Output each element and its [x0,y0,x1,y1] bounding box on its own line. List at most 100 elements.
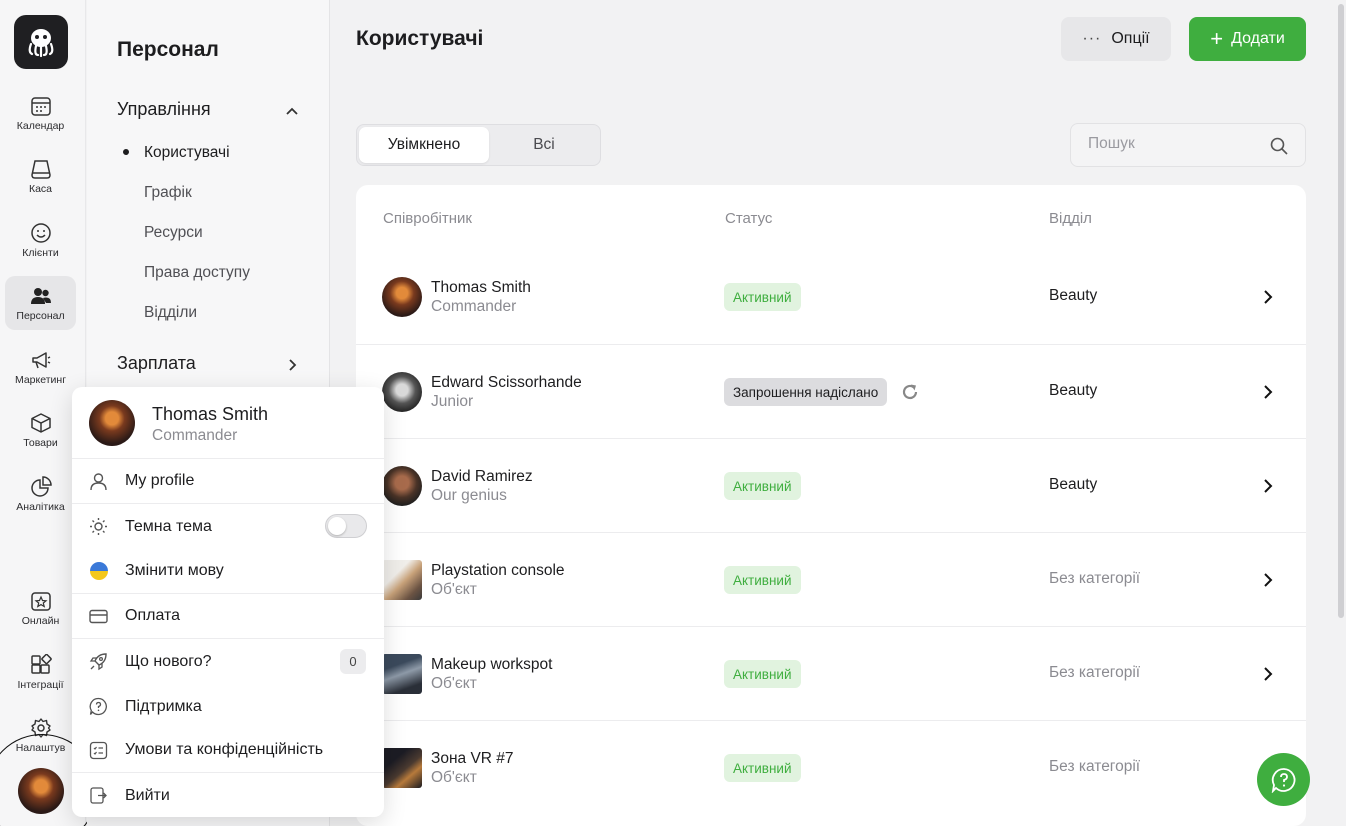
chevron-right-icon[interactable] [1261,665,1275,683]
employee-role: Об'єкт [431,675,477,692]
add-button[interactable]: + Додати [1189,17,1306,61]
menu-item-dark-theme[interactable]: Темна тема [72,504,384,549]
column-header-department: Відділ [1049,210,1092,227]
options-button[interactable]: ··· Опції [1061,17,1171,61]
employee-role: Об'єкт [431,581,477,598]
menu-item-whats-new[interactable]: Що нового? 0 [72,639,384,684]
status-badge: Запрошення надіслано [724,378,888,406]
rail-item-analytics[interactable]: Аналітика [5,467,76,521]
rail-item-cashbox[interactable]: Каса [5,149,76,203]
profile-name: Thomas Smith [152,404,269,424]
employee-name: Зона VR #7 [431,750,514,767]
profile-role: Commander [152,427,238,444]
department: Без категорії [1049,758,1141,775]
employee-role: Our genius [431,487,507,504]
dark-theme-toggle[interactable] [325,514,367,538]
tab-enabled[interactable]: Увімкнено [359,127,489,163]
rail-item-calendar[interactable]: Календар [5,86,76,140]
avatar [382,466,422,506]
table-row[interactable]: Playstation console Об'єкт Активний Без … [356,532,1306,626]
menu-item-terms-privacy[interactable]: Умови та конфіденційність [72,728,384,773]
menu-item-payment[interactable]: Оплата [72,594,384,639]
box-icon [30,412,51,433]
plus-icon: + [1210,26,1224,51]
table-row[interactable]: Edward Scissorhande Junior Запрошення на… [356,344,1306,438]
avatar [382,372,422,412]
scrollbar[interactable] [1338,4,1344,618]
department: Без категорії [1049,664,1141,681]
employee-role: Об'єкт [431,769,477,786]
sun-icon [90,518,107,535]
table-row[interactable]: Зона VR #7 Об'єкт Активний Без категорії [356,720,1306,814]
calendar-icon [30,96,51,116]
table-row[interactable]: Makeup workspot Об'єкт Активний Без кате… [356,626,1306,720]
rail-item-staff[interactable]: Персонал [5,276,76,330]
search-input[interactable] [1088,135,1268,153]
nav-item-access-rights[interactable]: Права доступу [144,264,250,282]
rail-label: Інтеграції [17,678,64,691]
rail-label: Аналітика [16,500,65,513]
octopus-logo-icon[interactable] [14,15,68,69]
star-calendar-icon [30,591,51,611]
rail-item-marketing[interactable]: Маркетинг [5,340,76,394]
active-dot [123,149,129,155]
nav-group-management[interactable]: Управління [117,99,211,120]
chevron-up-icon[interactable] [285,104,299,118]
nav-group-salary[interactable]: Зарплата [117,353,196,374]
nav-item-users[interactable]: Користувачі [144,144,230,162]
chevron-right-icon[interactable] [1261,571,1275,589]
table-row[interactable]: Thomas Smith Commander Активний Beauty [356,250,1306,344]
filter-tabs: Увімкнено Всі [356,124,601,166]
menu-item-logout[interactable]: Вийти [72,773,384,817]
rail-item-clients[interactable]: Клієнти [5,213,76,267]
options-label: Опції [1111,30,1150,47]
department: Без категорії [1049,570,1141,587]
cashbox-icon [30,159,51,179]
rail-item-integrations[interactable]: Інтеграції [5,645,76,699]
employee-name: Playstation console [431,562,565,579]
chevron-right-icon[interactable] [1261,383,1275,401]
rail-item-online[interactable]: Онлайн [5,581,76,635]
question-chat-icon [1271,767,1295,793]
page-title: Користувачі [356,27,484,50]
nav-item-departments[interactable]: Відділи [144,304,197,322]
main-content: Користувачі ··· Опції + Додати Увімкнено… [331,0,1346,826]
status-badge: Активний [724,472,801,500]
menu-label: Вийти [125,786,170,804]
status-badge: Активний [724,566,801,594]
megaphone-icon [31,351,50,368]
chevron-right-icon[interactable] [285,358,299,372]
menu-item-my-profile[interactable]: My profile [72,459,384,504]
employee-name: Makeup workspot [431,656,553,673]
tab-all[interactable]: Всі [489,127,599,163]
rail-label: Онлайн [21,614,60,627]
chevron-right-icon[interactable] [1261,477,1275,495]
menu-label: Оплата [125,607,181,624]
department: Beauty [1049,382,1098,399]
help-circle-icon [89,697,107,716]
rail-label: Маркетинг [14,373,67,386]
help-chat-button[interactable] [1257,753,1310,806]
menu-label: Темна тема [125,517,212,535]
rail-item-products[interactable]: Товари [5,403,76,457]
smile-icon [30,222,51,243]
table-row[interactable]: David Ramirez Our genius Активний Beauty [356,438,1306,532]
resend-refresh-icon[interactable] [900,382,920,402]
employee-role: Junior [431,393,474,410]
chevron-right-icon[interactable] [1261,288,1275,306]
rail-label: Товари [23,436,58,449]
column-header-status: Статус [725,210,773,227]
status-badge: Активний [724,754,801,782]
employee-name: Edward Scissorhande [431,374,582,391]
nav-item-resources[interactable]: Ресурси [144,224,203,242]
menu-label: Що нового? [125,652,212,670]
rail-label: Каса [28,182,53,195]
user-icon [90,473,107,491]
nav-item-schedule[interactable]: Графік [144,184,192,202]
menu-item-change-language[interactable]: Змінити мову [72,549,384,594]
employee-name: David Ramirez [431,468,533,485]
search-icon[interactable] [1270,137,1288,155]
credit-card-icon [89,609,108,624]
menu-item-support[interactable]: Підтримка [72,684,384,729]
column-header-employee: Співробітник [383,210,472,227]
